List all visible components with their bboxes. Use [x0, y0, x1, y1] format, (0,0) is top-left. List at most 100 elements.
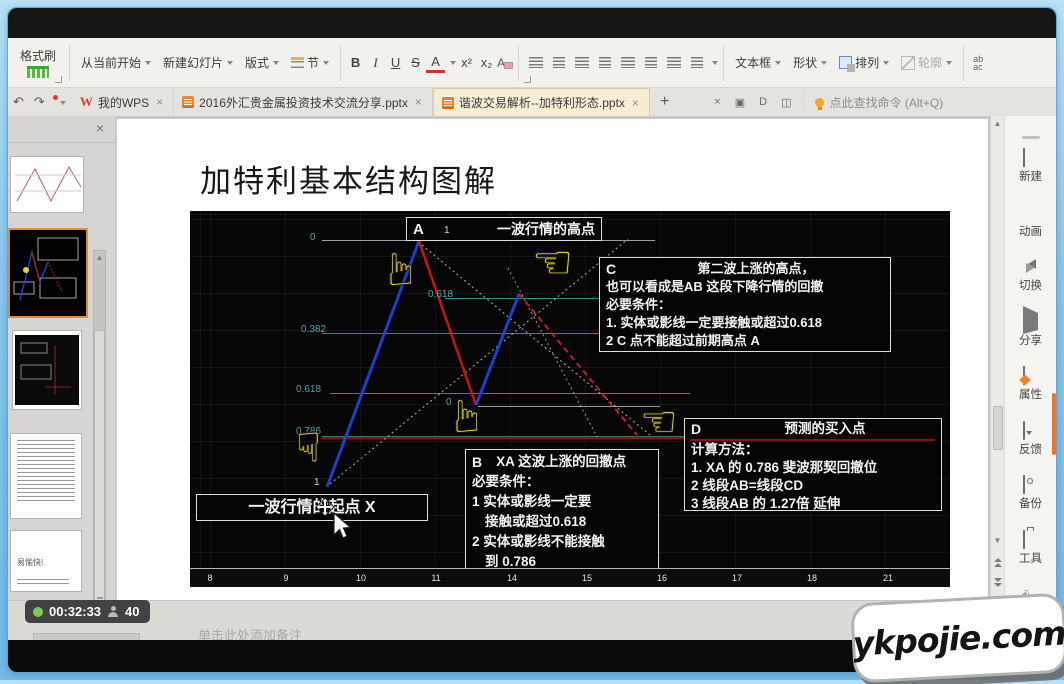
superscript-button[interactable]: x² — [457, 53, 476, 72]
dialog-launcher-icon[interactable] — [55, 76, 62, 83]
slide-thumbnail-4[interactable] — [10, 433, 82, 519]
clear-format-button[interactable]: A — [497, 56, 513, 70]
point-label-D: D — [691, 420, 715, 438]
box-b-title: XA 这波上涨的回撤点 — [496, 452, 626, 472]
tabbar-tool-icon-1[interactable]: × — [707, 88, 727, 116]
arrange-button[interactable]: 排列 — [833, 43, 895, 83]
indent-button[interactable] — [691, 57, 703, 68]
slide-canvas[interactable]: 加特利基本结构图解 — [117, 119, 988, 600]
editor-scrollbar-thumb[interactable] — [993, 406, 1003, 450]
format-painter-label: 格式刷 — [20, 47, 56, 64]
sidebar-scrollbar-accent[interactable] — [1052, 393, 1056, 455]
close-icon[interactable]: × — [154, 95, 165, 109]
subscript-button[interactable]: x₂ — [477, 53, 496, 72]
editor-scrollbar[interactable]: ▲ ▼ — [990, 116, 1004, 600]
divider — [340, 45, 341, 81]
font-color-button[interactable]: A — [426, 53, 445, 73]
tab-document-2-active[interactable]: 谐波交易解析--加特利形态.pptx × — [433, 88, 650, 116]
tabbar-tool-icon-2[interactable]: ▣ — [728, 88, 752, 116]
slide-thumbnail-3[interactable] — [12, 330, 82, 410]
tab-my-wps[interactable]: W 我的WPS × — [72, 88, 174, 116]
outline-button[interactable]: 轮廓 — [895, 43, 958, 83]
annotation-box-D[interactable]: D 预测的买入点 计算方法： 1. XA 的 0.786 斐波那契回撤位 2 线… — [684, 418, 942, 511]
chevron-down-icon — [712, 61, 718, 68]
arrange-icon — [839, 56, 852, 69]
sidebar-item-properties[interactable]: 属性 — [1005, 367, 1056, 416]
format-painter-button[interactable]: 格式刷 — [12, 47, 64, 78]
tab-label: 我的WPS — [98, 94, 149, 111]
tabbar-tool-icon-3[interactable]: D — [752, 88, 774, 116]
watermark-text: ykpojie.com — [852, 613, 1064, 663]
find-replace-button[interactable]: ab ac — [969, 55, 987, 71]
slide-thumbnail-2-selected[interactable] — [8, 228, 88, 318]
bold-button[interactable]: B — [346, 53, 365, 72]
line-spacing-button[interactable] — [645, 57, 657, 68]
align-distribute-button[interactable] — [621, 57, 635, 68]
slide-title[interactable]: 加特利基本结构图解 — [200, 156, 497, 201]
eraser-icon — [504, 62, 513, 69]
paragraph-spacing-button[interactable] — [667, 57, 681, 68]
history-dropdown[interactable] — [50, 88, 72, 116]
layout-label: 版式 — [245, 54, 269, 71]
outline-icon — [901, 56, 915, 70]
layout-button[interactable]: 版式 — [239, 43, 285, 83]
thumbnail-text: 易愉快! — [17, 557, 43, 568]
align-justify-button[interactable] — [599, 57, 611, 68]
align-right-button[interactable] — [575, 57, 589, 68]
gartley-chart[interactable]: A 一波行情的高点 C 第二波上涨的高点， 也可以看成是AB 这段下降行情的回撤… — [190, 211, 950, 586]
section-button[interactable]: 节 — [285, 43, 335, 83]
next-slide-button[interactable] — [994, 578, 1002, 588]
start-from-current-label: 从当前开始 — [81, 54, 141, 71]
underline-button[interactable]: U — [386, 53, 405, 72]
box-b-line: 1 实体或影线一定要 — [472, 492, 652, 512]
sidebar-item-transition[interactable]: 切换 — [1005, 258, 1056, 307]
tab-document-1[interactable]: 2016外汇贵金属投资技术交流分享.pptx × — [174, 88, 433, 116]
presentation-file-icon — [442, 97, 454, 109]
tabbar-tool-icon-4[interactable]: ◫ — [774, 88, 798, 116]
redo-button[interactable]: ↷ — [29, 88, 50, 116]
tab-label: 2016外汇贵金属投资技术交流分享.pptx — [199, 94, 408, 111]
close-icon[interactable]: × — [96, 120, 104, 136]
annotation-box-X[interactable]: 一波行情的起点 X — [196, 494, 428, 521]
italic-button[interactable]: I — [366, 53, 385, 73]
fib-label: 0 — [310, 232, 316, 243]
close-icon[interactable]: × — [630, 96, 641, 110]
textbox-button[interactable]: 文本框 — [729, 43, 787, 83]
sidebar-item-animation[interactable]: 动画 — [1005, 204, 1056, 253]
dialog-launcher-icon[interactable] — [524, 76, 531, 83]
align-left-button[interactable] — [529, 57, 543, 68]
slide-thumbnail-5[interactable]: 易愉快! — [10, 530, 82, 592]
scroll-up-icon[interactable]: ▲ — [991, 119, 1004, 128]
annotation-box-C[interactable]: C 第二波上涨的高点， 也可以看成是AB 这段下降行情的回撤 必要条件： 1. … — [599, 257, 891, 352]
new-slide-label: 新建幻灯片 — [163, 54, 223, 71]
close-icon[interactable]: × — [413, 95, 424, 109]
shapes-button[interactable]: 形状 — [787, 43, 833, 83]
pointing-hand-icon: ☞ — [446, 396, 490, 435]
scroll-up-icon[interactable]: ▲ — [93, 253, 106, 262]
start-from-current-button[interactable]: 从当前开始 — [75, 43, 157, 83]
align-center-button[interactable] — [553, 57, 565, 68]
axis-tick: 14 — [507, 573, 517, 583]
sidebar-item-tools[interactable]: 工具 — [1005, 531, 1056, 580]
scroll-down-icon[interactable]: ▼ — [991, 536, 1004, 545]
undo-button[interactable]: ↶ — [8, 88, 29, 116]
annotation-box-B[interactable]: B XA 这波上涨的回撤点 必要条件： 1 实体或影线一定要 接触或超过0.61… — [465, 449, 659, 575]
previous-slide-button[interactable] — [994, 558, 1002, 568]
collapse-handle[interactable] — [1022, 136, 1040, 139]
chevron-down-icon — [946, 61, 952, 68]
find-command-hint: 点此查找命令 (Alt+Q) — [829, 94, 943, 111]
sidebar-item-backup[interactable]: 备份 — [1005, 476, 1056, 525]
sidebar-item-feedback[interactable]: 反馈 — [1005, 422, 1056, 471]
sidebar-item-share[interactable]: 分享 — [1005, 313, 1056, 362]
format-painter-icon — [27, 66, 49, 78]
sidebar-item-new[interactable]: 新建 — [1005, 149, 1056, 198]
viewer-count-icon — [107, 606, 119, 617]
new-slide-button[interactable]: 新建幻灯片 — [157, 43, 239, 83]
document-tab-bar: ↶ ↷ W 我的WPS × 2016外汇贵金属投资技术交流分享.pptx × 谐… — [8, 88, 1056, 117]
find-command-button[interactable]: 点此查找命令 (Alt+Q) — [809, 88, 949, 116]
strikethrough-button[interactable]: S — [406, 53, 425, 72]
slide-thumbnail-1[interactable] — [10, 156, 84, 213]
axis-tick: 17 — [732, 573, 742, 583]
right-sidebar: 新建 动画 切换 分享 属性 反馈 备份 工具 — [1004, 116, 1056, 640]
new-tab-button[interactable]: + — [650, 88, 679, 116]
